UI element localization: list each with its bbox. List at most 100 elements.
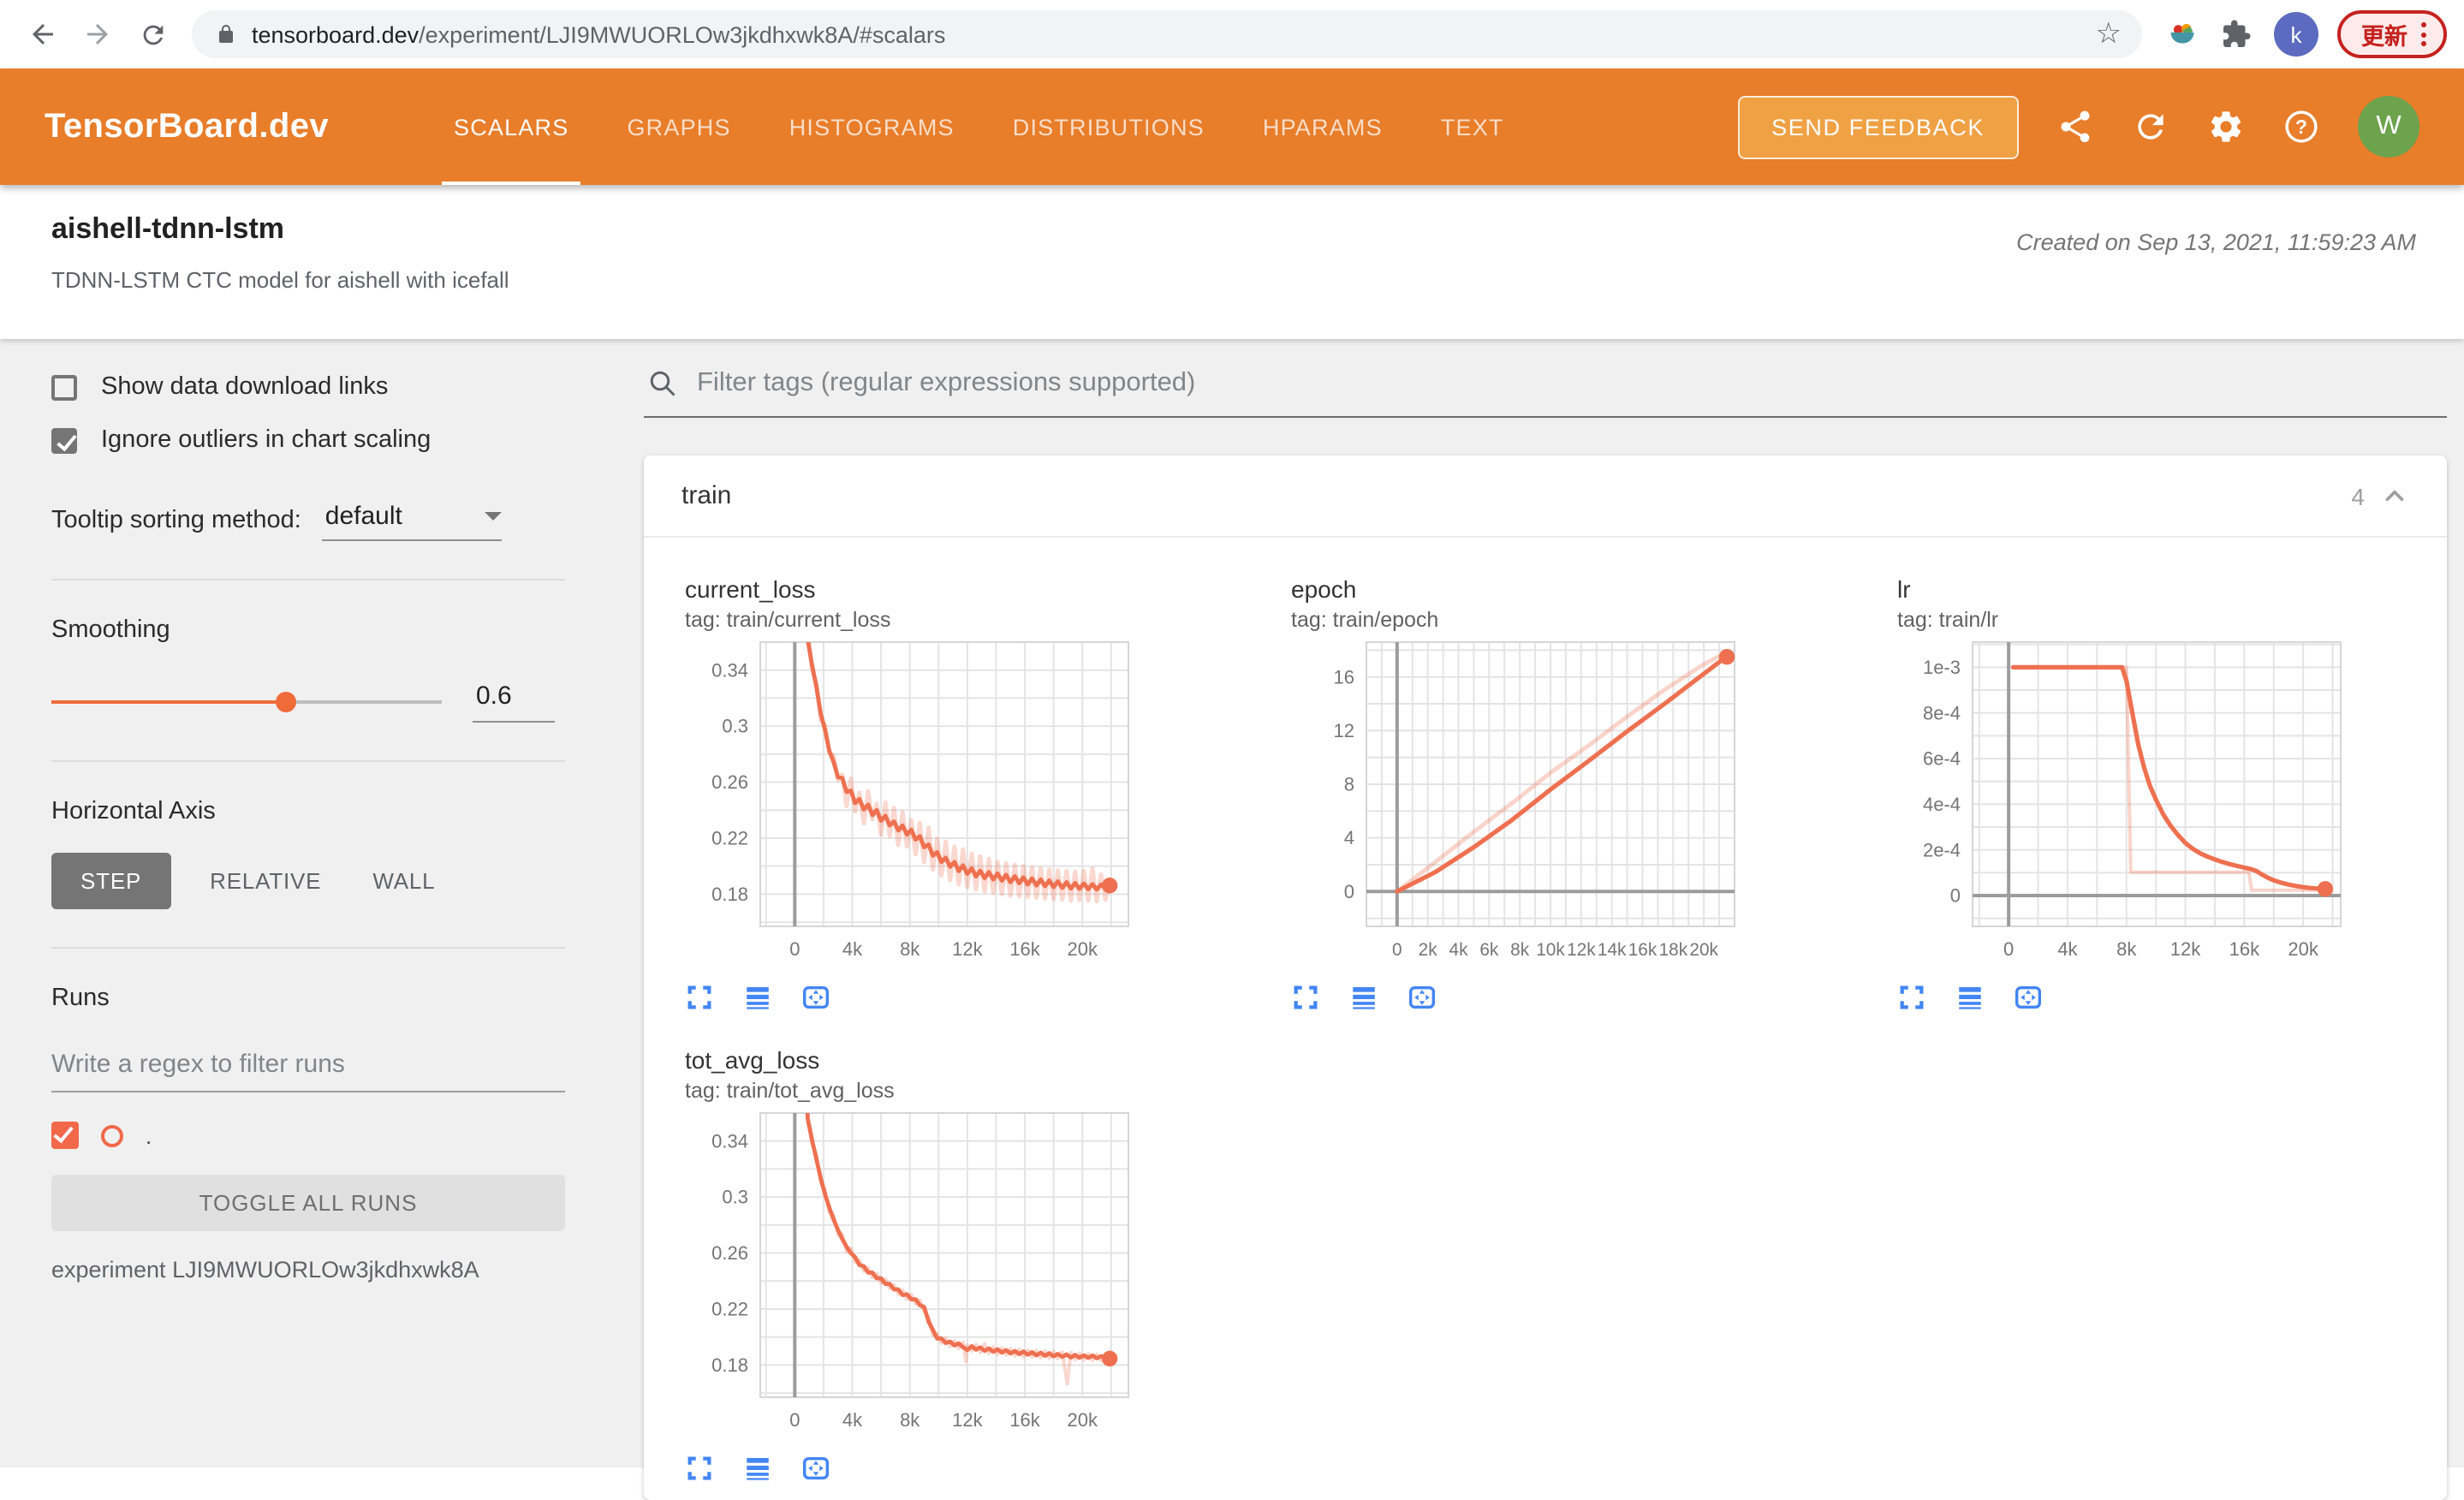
svg-text:0.34: 0.34 <box>711 1130 748 1152</box>
tensorboard-logo[interactable]: TensorBoard.dev <box>45 107 329 146</box>
scalar-chart-plot[interactable]: 0 4k 8k 12k 16k 20k 0 2e-4 4e-4 6e-4 8e-4 1e-3 <box>1897 632 2447 967</box>
tab-hparams[interactable]: HPARAMS <box>1234 68 1412 185</box>
chart-tag: tag: train/tot_avg_loss <box>685 1079 895 1103</box>
toggle-all-runs-button[interactable]: TOGGLE ALL RUNS <box>51 1175 565 1231</box>
chart-toolbar <box>685 1454 1257 1483</box>
svg-text:0.26: 0.26 <box>711 771 748 793</box>
svg-text:8k: 8k <box>1510 940 1530 960</box>
svg-text:0.22: 0.22 <box>711 828 748 849</box>
svg-text:0.18: 0.18 <box>711 884 748 905</box>
scalar-chart-plot[interactable]: 0 4k 8k 12k 16k 20k 0.18 0.22 0.26 0.3 0.34 <box>685 1103 1257 1438</box>
smoothing-slider[interactable] <box>51 690 442 714</box>
svg-text:6k: 6k <box>1479 940 1499 960</box>
scalar-chart-plot[interactable]: 0 4k 8k 12k 16k 20k 0.18 0.22 0.26 0.3 0.34 <box>685 632 1257 967</box>
show-download-links-checkbox[interactable]: Show data download links <box>51 373 565 401</box>
collapse-group-icon[interactable] <box>2380 481 2409 510</box>
log-axis-icon[interactable] <box>1349 983 1378 1012</box>
run-checkbox-checked-icon[interactable] <box>51 1122 79 1149</box>
settings-gear-icon[interactable] <box>2207 108 2245 146</box>
kebab-menu-icon <box>2421 22 2426 46</box>
svg-text:?: ? <box>2295 116 2307 138</box>
runs-filter-input[interactable]: Write a regex to filter runs <box>51 1039 565 1092</box>
refresh-icon[interactable] <box>2132 108 2169 146</box>
reload-button[interactable] <box>127 9 178 60</box>
scalar-chart-plot[interactable]: 0 2k 4k 6k 8k 10k 12k 14k 16k 18k 20k 0 4 8 12 16 <box>1291 632 1863 967</box>
svg-text:12: 12 <box>1334 720 1354 741</box>
fit-domain-icon[interactable] <box>1408 983 1437 1012</box>
tag-group-card: train 4 current_loss tag: train/current_l… <box>644 455 2447 1500</box>
tab-graphs[interactable]: GRAPHS <box>598 68 759 185</box>
svg-text:8k: 8k <box>900 938 920 960</box>
lock-icon <box>216 22 236 46</box>
filter-tags-input[interactable]: Filter tags (regular expressions support… <box>644 363 2447 418</box>
tab-text[interactable]: TEXT <box>1412 68 1533 185</box>
svg-text:16: 16 <box>1334 666 1354 688</box>
tag-group-header[interactable]: train 4 <box>644 455 2447 538</box>
tab-distributions[interactable]: DISTRIBUTIONS <box>984 68 1234 185</box>
svg-text:6e-4: 6e-4 <box>1923 748 1961 770</box>
experiment-description: TDNN-LSTM CTC model for aishell with ice… <box>51 267 509 293</box>
tensorboard-header: TensorBoard.dev SCALARS GRAPHS HISTOGRAM… <box>0 68 2464 185</box>
expand-chart-icon[interactable] <box>1897 983 1926 1012</box>
fit-domain-icon[interactable] <box>801 1454 830 1483</box>
svg-text:16k: 16k <box>2229 938 2260 960</box>
smoothing-value-input[interactable]: 0.6 <box>473 682 555 723</box>
svg-text:8e-4: 8e-4 <box>1923 702 1961 723</box>
axis-relative-button[interactable]: RELATIVE <box>184 853 347 909</box>
ignore-outliers-checkbox[interactable]: Ignore outliers in chart scaling <box>51 426 565 454</box>
back-button[interactable] <box>17 9 68 60</box>
svg-text:8: 8 <box>1344 774 1354 795</box>
experiment-header: aishell-tdnn-lstm TDNN-LSTM CTC model fo… <box>0 185 2464 339</box>
charts-grid: current_loss tag: train/current_loss 0 4k 8k… <box>644 538 2447 1500</box>
axis-step-button[interactable]: STEP <box>51 853 171 909</box>
search-icon <box>650 371 676 396</box>
svg-text:0: 0 <box>2003 938 2014 960</box>
expand-chart-icon[interactable] <box>1291 983 1320 1012</box>
log-axis-icon[interactable] <box>1955 983 1985 1012</box>
svg-text:2k: 2k <box>1419 940 1438 960</box>
chart-tag: tag: train/lr <box>1897 608 1999 632</box>
bookmark-star-icon[interactable]: ☆ <box>2086 17 2133 51</box>
checkbox-unchecked-icon <box>51 374 77 400</box>
svg-text:2e-4: 2e-4 <box>1923 839 1961 860</box>
forward-button[interactable] <box>72 9 123 60</box>
send-feedback-button[interactable]: SEND FEEDBACK <box>1737 95 2019 158</box>
chart-toolbar <box>685 983 1257 1012</box>
address-bar[interactable]: tensorboard.dev/experiment/LJI9MWUORLOw3… <box>192 10 2142 58</box>
log-axis-icon[interactable] <box>743 983 772 1012</box>
browser-update-menu-button[interactable]: 更新 <box>2337 10 2447 58</box>
tag-group-count: 4 <box>2351 482 2365 509</box>
svg-text:12k: 12k <box>952 938 983 960</box>
expand-chart-icon[interactable] <box>685 983 714 1012</box>
tab-scalars[interactable]: SCALARS <box>425 68 598 185</box>
fit-domain-icon[interactable] <box>801 983 830 1012</box>
log-axis-icon[interactable] <box>743 1454 772 1483</box>
chart-card-tot_avg_loss: tot_avg_loss tag: train/tot_avg_loss 0 4k 8k… <box>651 1012 1257 1483</box>
svg-text:4k: 4k <box>842 938 863 960</box>
svg-text:0.22: 0.22 <box>711 1299 748 1320</box>
tab-histograms[interactable]: HISTOGRAMS <box>760 68 984 185</box>
chart-card-current_loss: current_loss tag: train/current_loss 0 4k 8k… <box>651 541 1257 1012</box>
svg-text:4k: 4k <box>1449 940 1469 960</box>
share-icon[interactable] <box>2056 108 2094 146</box>
chart-toolbar <box>1291 983 1863 1012</box>
divider <box>51 760 565 762</box>
axis-wall-button[interactable]: WALL <box>347 853 461 909</box>
extensions-puzzle-icon[interactable] <box>2211 9 2262 60</box>
scalars-main: Filter tags (regular expressions support… <box>616 339 2464 1500</box>
filter-tags-placeholder: Filter tags (regular expressions support… <box>697 368 1196 397</box>
user-avatar[interactable]: W <box>2358 96 2419 158</box>
svg-text:16k: 16k <box>1009 938 1040 960</box>
chevron-down-icon <box>484 512 502 521</box>
run-row[interactable]: . <box>51 1122 565 1149</box>
expand-chart-icon[interactable] <box>685 1454 714 1483</box>
browser-profile-avatar[interactable]: k <box>2274 12 2318 57</box>
chart-tag: tag: train/epoch <box>1291 608 1439 632</box>
extension-bowl-icon[interactable] <box>2156 9 2207 60</box>
help-icon[interactable]: ? <box>2282 108 2320 146</box>
svg-text:12k: 12k <box>1567 940 1596 960</box>
svg-text:1e-3: 1e-3 <box>1923 657 1961 678</box>
tooltip-sorting-select[interactable]: default <box>321 502 502 541</box>
slider-thumb[interactable] <box>275 692 296 712</box>
fit-domain-icon[interactable] <box>2014 983 2043 1012</box>
